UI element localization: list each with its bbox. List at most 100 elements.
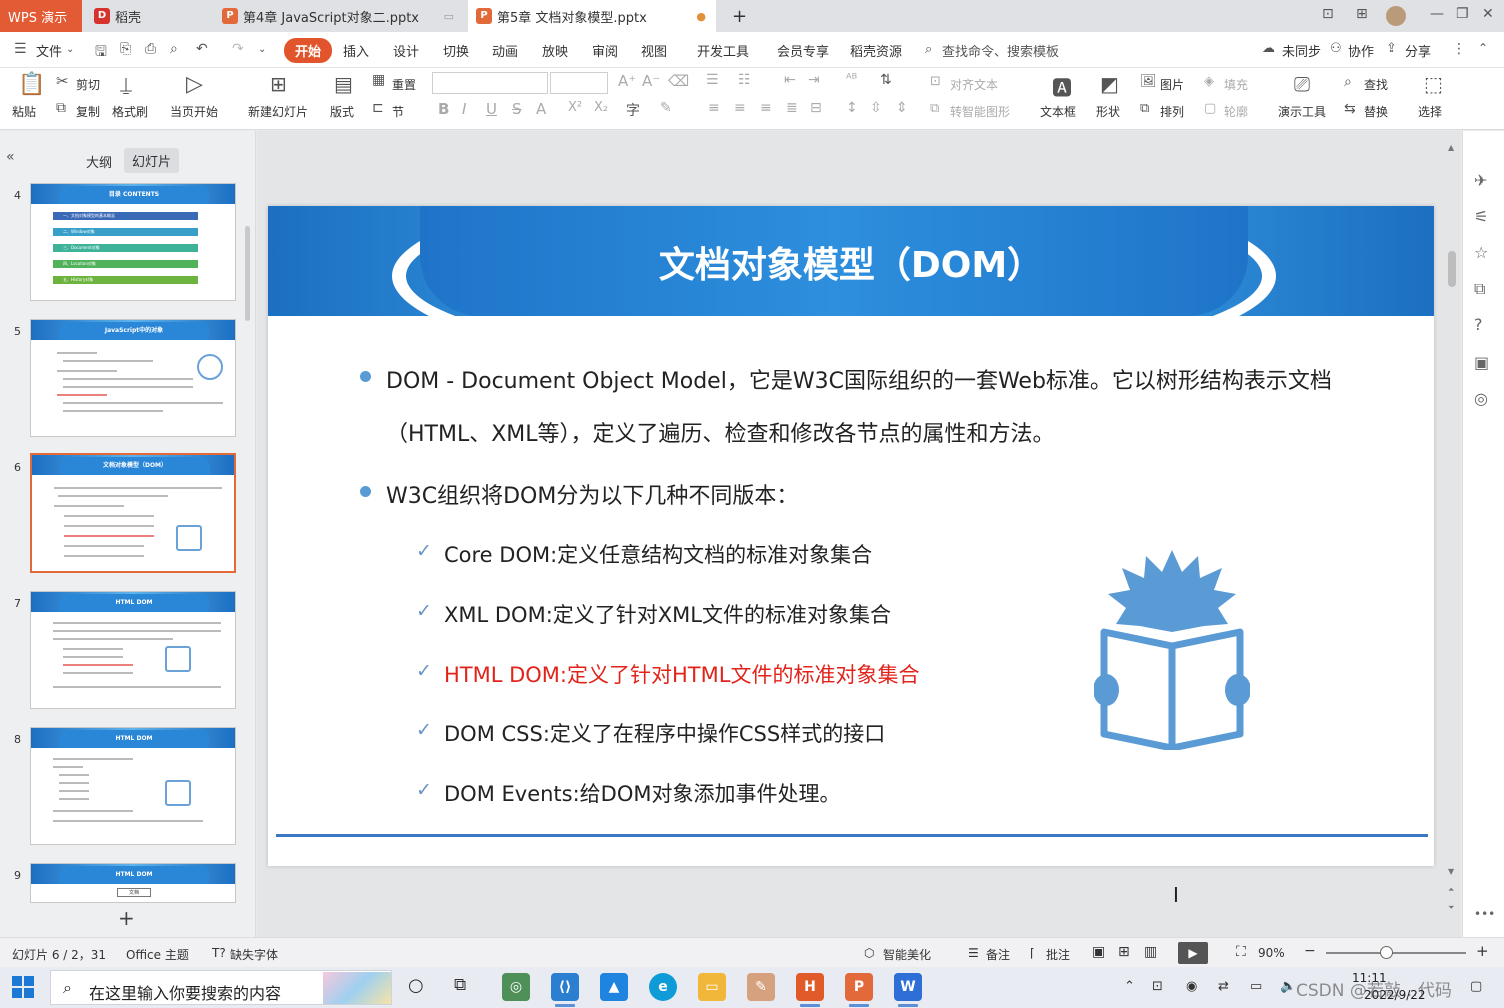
- slide-thumbnail-5[interactable]: JavaScript中的对象: [30, 319, 236, 437]
- app-icon-edge[interactable]: e: [649, 973, 677, 1001]
- tab-daoke[interactable]: D 稻壳: [86, 0, 210, 32]
- menu-animation[interactable]: 动画: [492, 41, 518, 60]
- align-center-icon[interactable]: ≡: [734, 100, 746, 116]
- menu-view[interactable]: 视图: [641, 41, 667, 60]
- menu-developer[interactable]: 开发工具: [697, 41, 749, 60]
- thumbnail-scrollbar[interactable]: [245, 226, 250, 321]
- replace-button[interactable]: 替换: [1364, 103, 1388, 120]
- missing-font-button[interactable]: 缺失字体: [230, 946, 278, 963]
- beautify-button[interactable]: 智能美化: [883, 946, 931, 963]
- superscript-icon[interactable]: X²: [568, 100, 582, 115]
- numbered-list-icon[interactable]: ☷: [738, 72, 751, 88]
- star-icon[interactable]: ☆: [1474, 243, 1488, 262]
- tab-wps-app[interactable]: WPS 演示: [0, 0, 82, 32]
- minimize-icon[interactable]: —: [1430, 6, 1444, 22]
- subitem-xml-dom[interactable]: XML DOM:定义了针对XML文件的标准对象集合: [444, 599, 891, 629]
- tab-file-ch4[interactable]: P 第4章 JavaScript对象二.pptx ▭: [214, 0, 464, 32]
- app-icon-wps-presentation[interactable]: P: [845, 973, 873, 1001]
- restore-icon[interactable]: ❐: [1456, 6, 1469, 22]
- fill-button[interactable]: 填充: [1224, 76, 1248, 93]
- presenter-tools-button[interactable]: 演示工具: [1278, 103, 1326, 120]
- zoom-level[interactable]: 90%: [1258, 946, 1285, 960]
- highlight-icon[interactable]: ✎: [660, 100, 672, 116]
- zoom-slider-handle[interactable]: [1380, 946, 1393, 959]
- subitem-dom-events[interactable]: DOM Events:给DOM对象添加事件处理。: [444, 778, 841, 808]
- slide-thumbnail-4[interactable]: 目录 CONTENTS 一、文档对象模型的基本概念 二、Window对象 三、D…: [30, 183, 236, 301]
- underline-icon[interactable]: U: [486, 100, 497, 118]
- hamburger-icon[interactable]: ☰: [14, 41, 27, 57]
- transition-icon[interactable]: ⧉: [1474, 279, 1485, 299]
- menu-design[interactable]: 设计: [393, 41, 419, 60]
- reading-view-icon[interactable]: ▥: [1144, 944, 1157, 960]
- monitor-icon[interactable]: ▭: [444, 10, 454, 23]
- decrease-indent-icon[interactable]: ⇤: [784, 72, 796, 88]
- zoom-out-icon[interactable]: −: [1304, 943, 1316, 959]
- font-family-select[interactable]: [432, 72, 548, 94]
- clear-format-icon[interactable]: ⌫: [668, 72, 689, 90]
- grid-icon[interactable]: ⊞: [1356, 6, 1368, 22]
- align-text-button[interactable]: 对齐文本: [950, 76, 998, 93]
- quick-access-more-icon[interactable]: ⌄: [258, 44, 266, 55]
- layout-button[interactable]: 版式: [330, 103, 354, 120]
- collapse-panel-icon[interactable]: «: [6, 149, 15, 165]
- columns-icon[interactable]: ⇕: [896, 100, 908, 116]
- undo-icon[interactable]: ↶: [196, 41, 208, 57]
- tray-app-icon[interactable]: ⊡: [1152, 979, 1163, 994]
- help-icon[interactable]: ?: [1474, 315, 1483, 334]
- section-button[interactable]: 节: [392, 103, 404, 120]
- next-slide-icon[interactable]: ⏷: [1448, 903, 1454, 913]
- bullet-dom-definition-line2[interactable]: （HTML、XML等），定义了遍历、检查和修改各节点的属性和方法。: [386, 416, 1055, 448]
- collapse-ribbon-icon[interactable]: ⌃: [1478, 41, 1488, 55]
- justify-icon[interactable]: ≣: [786, 100, 798, 116]
- reading-person-icon[interactable]: [1094, 550, 1250, 750]
- tray-expand-icon[interactable]: ⌃: [1124, 979, 1135, 994]
- cut-button[interactable]: 剪切: [76, 76, 100, 93]
- export-icon[interactable]: ⎘: [120, 41, 131, 57]
- para-spacing-icon[interactable]: ⇳: [870, 100, 882, 116]
- sorter-view-icon[interactable]: ⊞: [1118, 944, 1130, 960]
- reset-button[interactable]: 重置: [392, 76, 416, 93]
- pinyin-icon[interactable]: 字: [626, 100, 640, 120]
- print-icon[interactable]: ⎙: [145, 41, 156, 57]
- app-icon-hbuilder[interactable]: H: [796, 973, 824, 1001]
- smartart-button[interactable]: 转智能图形: [950, 103, 1010, 120]
- notes-button[interactable]: 备注: [986, 946, 1010, 963]
- add-slide-button[interactable]: +: [118, 906, 135, 930]
- distribute-icon[interactable]: ⊟: [810, 100, 822, 116]
- sort-icon[interactable]: ⇅: [880, 72, 892, 88]
- subitem-dom-css[interactable]: DOM CSS:定义了在程序中操作CSS样式的接口: [444, 718, 885, 748]
- menu-file[interactable]: 文件: [36, 41, 62, 60]
- picture-button[interactable]: 图片: [1160, 76, 1184, 93]
- normal-view-icon[interactable]: ▣: [1092, 944, 1105, 960]
- bullet-list-icon[interactable]: ☰: [706, 72, 719, 88]
- scroll-down-icon[interactable]: ▼: [1448, 867, 1454, 876]
- app-icon-file-explorer[interactable]: ▭: [698, 973, 726, 1001]
- increase-font-icon[interactable]: A⁺: [618, 72, 636, 90]
- qq-icon[interactable]: ◉: [1186, 979, 1197, 994]
- menu-membership[interactable]: 会员专享: [777, 41, 829, 60]
- font-size-select[interactable]: [550, 72, 608, 94]
- menu-transition[interactable]: 切换: [443, 41, 469, 60]
- menu-daoke-resources[interactable]: 稻壳资源: [850, 41, 902, 60]
- new-tab-button[interactable]: +: [724, 0, 748, 32]
- tab-file-ch5[interactable]: P 第5章 文档对象模型.pptx ●: [468, 0, 716, 32]
- menu-insert[interactable]: 插入: [343, 41, 369, 60]
- subitem-core-dom[interactable]: Core DOM:定义任意结构文档的标准对象集合: [444, 539, 872, 569]
- paste-icon[interactable]: 📋: [18, 72, 45, 97]
- redo-icon[interactable]: ↷: [232, 41, 244, 57]
- display-icon[interactable]: ▭: [1250, 979, 1262, 994]
- zoom-in-icon[interactable]: +: [1476, 942, 1489, 960]
- sync-status[interactable]: 未同步: [1282, 41, 1321, 60]
- subitem-html-dom[interactable]: HTML DOM:定义了针对HTML文件的标准对象集合: [444, 659, 919, 689]
- from-current-button[interactable]: 当页开始: [170, 103, 218, 120]
- font-color-icon[interactable]: A: [536, 100, 546, 118]
- app-icon-vscode[interactable]: ⟨⟩: [551, 973, 579, 1001]
- app-icon-paint[interactable]: ✎: [747, 973, 775, 1001]
- canvas-vertical-scrollbar[interactable]: ▲ ▼ ⏶ ⏷: [1443, 131, 1461, 937]
- close-icon[interactable]: ✕: [1482, 6, 1494, 22]
- bullet-dom-definition-line1[interactable]: DOM - Document Object Model，它是W3C国际组织的一套…: [386, 363, 1332, 395]
- menu-review[interactable]: 审阅: [592, 41, 618, 60]
- format-painter-button[interactable]: 格式刷: [112, 103, 148, 120]
- zoom-slider[interactable]: [1326, 952, 1466, 954]
- copy-button[interactable]: 复制: [76, 103, 100, 120]
